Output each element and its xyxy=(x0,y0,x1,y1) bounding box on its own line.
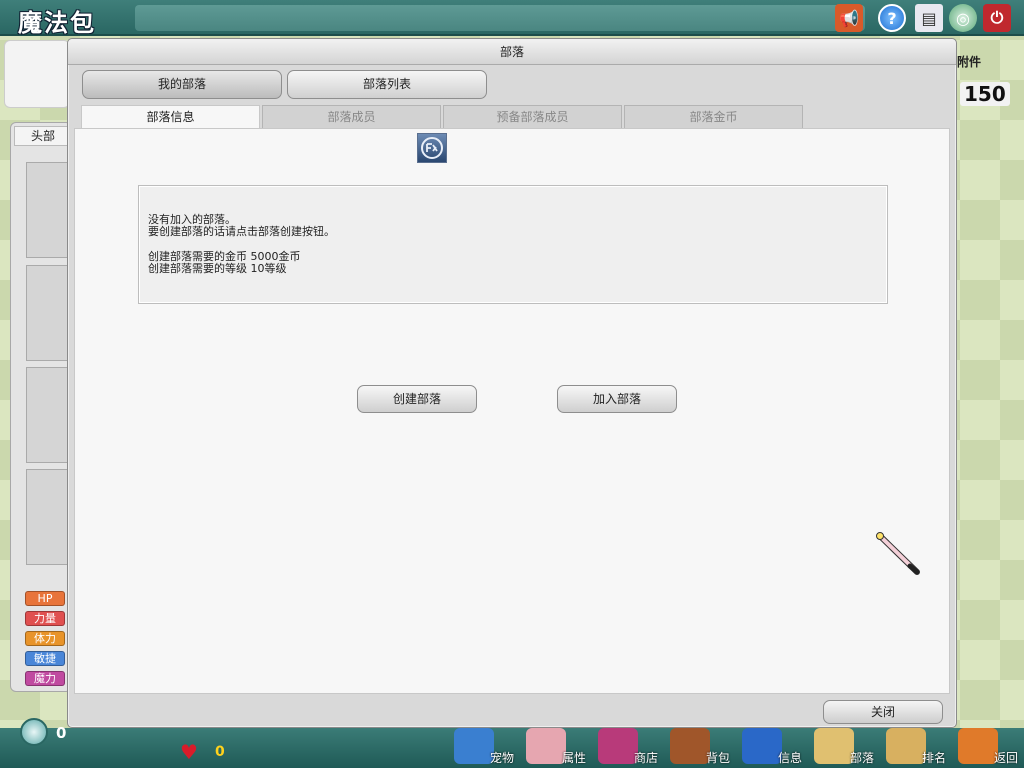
nav-tribe[interactable]: 部落 xyxy=(810,728,880,768)
stat-stamina: 体力 xyxy=(25,631,65,646)
nav-ranking[interactable]: 排名 xyxy=(882,728,952,768)
join-tribe-button[interactable]: 加入部落 xyxy=(557,385,677,413)
nav-attribute[interactable]: 属性 xyxy=(522,728,592,768)
equipment-slot[interactable] xyxy=(26,367,72,463)
coin-icon xyxy=(20,718,48,746)
book-icon[interactable]: ▤ xyxy=(915,4,943,32)
nav-label: 信息 xyxy=(777,751,802,765)
backpack-icon xyxy=(670,728,710,764)
tribe-icon xyxy=(814,728,854,764)
coin-stack-icon[interactable]: ◎ xyxy=(949,4,977,32)
attachment-label: 附件 xyxy=(957,55,982,69)
my-tribe-button[interactable]: 我的部落 xyxy=(82,70,282,99)
power-icon[interactable]: ⏻ xyxy=(983,4,1011,32)
nav-label: 部落 xyxy=(849,751,874,765)
tab-tribe-gold[interactable]: 部落金币 xyxy=(624,105,803,129)
nav-label: 排名 xyxy=(921,751,946,765)
nav-info[interactable]: 信息 xyxy=(738,728,808,768)
nav-pet[interactable]: 宠物 xyxy=(450,728,520,768)
avatar xyxy=(4,40,70,108)
info-line: 创建部落需要的等级 10等级 xyxy=(148,262,287,275)
top-bar: 魔法包 📢 ? ▤ ◎ ⏻ xyxy=(0,0,1024,37)
equipment-slot[interactable] xyxy=(26,469,72,565)
nav-backpack[interactable]: 背包 xyxy=(666,728,736,768)
close-button[interactable]: 关闭 xyxy=(823,700,943,724)
tab-reserve-members[interactable]: 预备部落成员 xyxy=(443,105,622,129)
nav-label: 背包 xyxy=(705,751,730,765)
heart-icon: ♥ xyxy=(180,740,198,764)
stat-hp: HP xyxy=(25,591,65,606)
dialog-title: 部落 xyxy=(68,39,956,65)
top-bar-track xyxy=(135,5,865,31)
stat-agility: 敏捷 xyxy=(25,651,65,666)
heart-count: 0 xyxy=(215,744,225,760)
pet-icon xyxy=(454,728,494,764)
megaphone-icon[interactable]: 📢 xyxy=(835,4,863,32)
info-line: 要创建部落的话请点击部落创建按钮。 xyxy=(148,225,335,238)
app-title: 魔法包 xyxy=(18,9,96,37)
tribe-emblem-icon xyxy=(417,133,447,163)
tribe-dialog: 部落 我的部落 部落列表 部落信息 部落成员 预备部落成员 部落金币 没有加入的… xyxy=(67,38,957,728)
return-icon xyxy=(958,728,998,764)
level-number: 150 xyxy=(960,82,1010,106)
stat-magic: 魔力 xyxy=(25,671,65,686)
shop-icon xyxy=(598,728,638,764)
ranking-icon xyxy=(886,728,926,764)
create-tribe-button[interactable]: 创建部落 xyxy=(357,385,477,413)
nav-shop[interactable]: 商店 xyxy=(594,728,664,768)
nav-label: 宠物 xyxy=(489,751,514,765)
wand-cursor-icon xyxy=(876,532,920,575)
nav-label: 返回 xyxy=(993,751,1018,765)
nav-return[interactable]: 返回 xyxy=(954,728,1024,768)
tab-tribe-members[interactable]: 部落成员 xyxy=(262,105,441,129)
tab-head[interactable]: 头部 xyxy=(14,126,72,146)
nav-label: 属性 xyxy=(561,751,586,765)
tribe-info-box: 没有加入的部落。 要创建部落的话请点击部落创建按钮。 创建部落需要的金币 500… xyxy=(138,185,888,304)
equipment-slot[interactable] xyxy=(26,162,72,258)
nav-label: 商店 xyxy=(633,751,658,765)
help-icon[interactable]: ? xyxy=(878,4,906,32)
equipment-slot[interactable] xyxy=(26,265,72,361)
coin-count: 0 xyxy=(56,724,67,742)
info-icon xyxy=(742,728,782,764)
attribute-icon xyxy=(526,728,566,764)
stat-strength: 力量 xyxy=(25,611,65,626)
tribe-list-button[interactable]: 部落列表 xyxy=(287,70,487,99)
